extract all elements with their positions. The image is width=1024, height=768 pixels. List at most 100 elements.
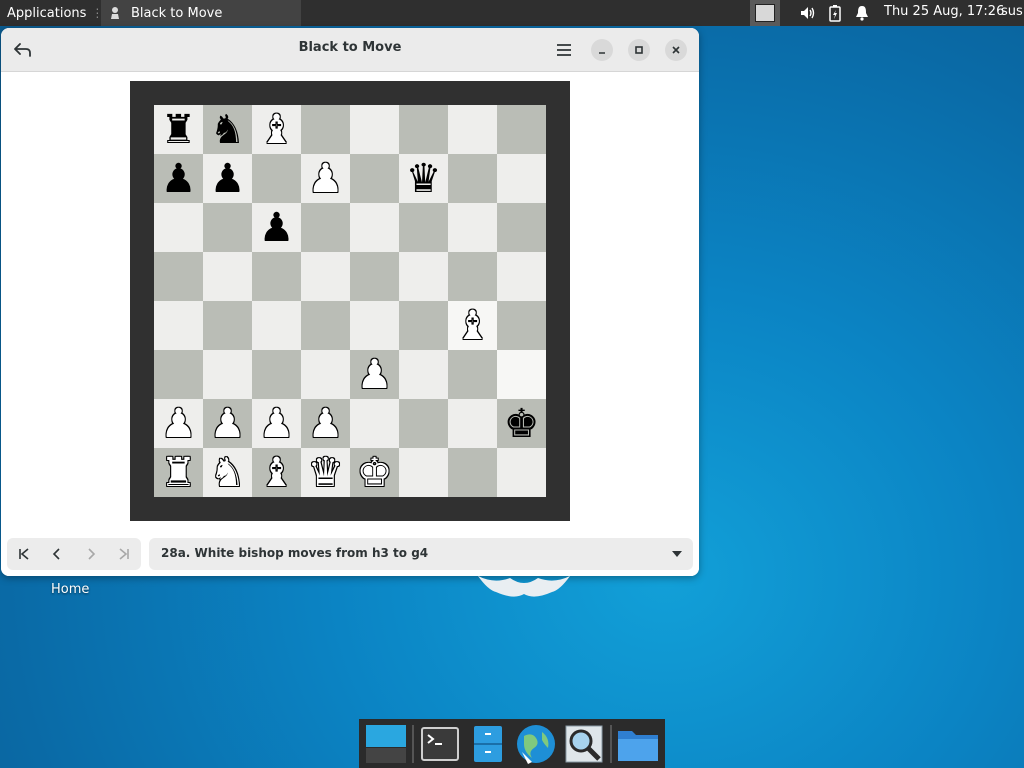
last-move-button[interactable] [108,538,142,570]
board-square-b8[interactable]: ♞ [203,105,252,154]
board-square-f1[interactable] [399,448,448,497]
board-square-f7[interactable]: ♛ [399,154,448,203]
white-piece[interactable]: ♝ [259,453,295,493]
board-square-c1[interactable]: ♝ [252,448,301,497]
board-square-d2[interactable]: ♟ [301,399,350,448]
black-piece[interactable]: ♟ [161,159,197,199]
board-square-c8[interactable]: ♝ [252,105,301,154]
board-square-f8[interactable] [399,105,448,154]
board-square-d7[interactable]: ♟ [301,154,350,203]
board-square-b2[interactable]: ♟ [203,399,252,448]
white-piece[interactable]: ♟ [259,404,295,444]
board-square-d1[interactable]: ♛ [301,448,350,497]
board-square-f6[interactable] [399,203,448,252]
board-square-a5[interactable] [154,252,203,301]
board-square-h3[interactable] [497,350,546,399]
board-square-g5[interactable] [448,252,497,301]
board-square-c2[interactable]: ♟ [252,399,301,448]
white-piece[interactable]: ♟ [210,404,246,444]
board-square-a8[interactable]: ♜ [154,105,203,154]
white-piece[interactable]: ♟ [308,404,344,444]
black-piece[interactable]: ♚ [504,404,540,444]
board-square-h4[interactable] [497,301,546,350]
board-square-c4[interactable] [252,301,301,350]
white-piece[interactable]: ♛ [308,453,344,493]
black-piece[interactable]: ♟ [259,208,295,248]
board-square-b6[interactable] [203,203,252,252]
workspace-switcher-icon[interactable] [362,721,410,767]
black-piece[interactable]: ♜ [161,110,197,150]
main-menu-button[interactable] [550,36,578,64]
board-square-e5[interactable] [350,252,399,301]
board-square-c3[interactable] [252,350,301,399]
board-square-e3[interactable]: ♟ [350,350,399,399]
board-square-g7[interactable] [448,154,497,203]
board-square-g1[interactable] [448,448,497,497]
board-square-a6[interactable] [154,203,203,252]
white-piece[interactable]: ♟ [161,404,197,444]
board-square-c7[interactable] [252,154,301,203]
board-square-g3[interactable] [448,350,497,399]
maximize-button[interactable] [628,39,650,61]
board-square-a1[interactable]: ♜ [154,448,203,497]
folder-icon[interactable] [614,721,662,767]
tray-workspace-indicator[interactable] [750,0,780,26]
previous-move-button[interactable] [41,538,75,570]
white-piece[interactable]: ♚ [357,453,393,493]
board-square-a4[interactable] [154,301,203,350]
board-square-c5[interactable] [252,252,301,301]
board-square-e4[interactable] [350,301,399,350]
board-square-c6[interactable]: ♟ [252,203,301,252]
close-button[interactable] [665,39,687,61]
board-square-e2[interactable] [350,399,399,448]
move-history-dropdown[interactable]: 28a. White bishop moves from h3 to g4 [149,538,693,570]
board-square-h5[interactable] [497,252,546,301]
board-square-b5[interactable] [203,252,252,301]
notifications-bell-icon[interactable] [852,3,872,23]
white-piece[interactable]: ♟ [357,355,393,395]
window-titlebar[interactable]: Black to Move [1,28,699,72]
board-square-a3[interactable] [154,350,203,399]
board-square-d5[interactable] [301,252,350,301]
white-piece[interactable]: ♞ [210,453,246,493]
panel-user-menu[interactable]: sus [1001,4,1023,19]
white-piece[interactable]: ♝ [455,306,491,346]
board-square-f3[interactable] [399,350,448,399]
board-square-a2[interactable]: ♟ [154,399,203,448]
board-square-b7[interactable]: ♟ [203,154,252,203]
white-piece[interactable]: ♜ [161,453,197,493]
board-square-b3[interactable] [203,350,252,399]
board-square-a7[interactable]: ♟ [154,154,203,203]
board-square-f5[interactable] [399,252,448,301]
board-square-f2[interactable] [399,399,448,448]
panel-clock[interactable]: Thu 25 Aug, 17:26 [884,4,1004,19]
board-square-e1[interactable]: ♚ [350,448,399,497]
board-square-e8[interactable] [350,105,399,154]
board-square-f4[interactable] [399,301,448,350]
chess-board[interactable]: ♜ ♞ ♝ ♟ ♟ ♟ ♛ ♟ ♝ ♟ ♟ ♟ ♟ ♟ ♚ ♜ ♞ ♝ ♛ ♚ [154,105,546,497]
volume-icon[interactable] [798,3,818,23]
board-square-g8[interactable] [448,105,497,154]
next-move-button[interactable] [74,538,108,570]
board-square-d8[interactable] [301,105,350,154]
applications-menu-button[interactable]: Applications ⋮ [0,0,103,26]
file-cabinet-icon[interactable] [464,721,512,767]
desktop-home-label[interactable]: Home [51,582,89,597]
board-square-d4[interactable] [301,301,350,350]
taskbar-window-button[interactable]: Black to Move [101,0,301,26]
board-square-d3[interactable] [301,350,350,399]
black-piece[interactable]: ♞ [210,110,246,150]
board-square-e6[interactable] [350,203,399,252]
terminal-icon[interactable] [416,721,464,767]
board-square-g6[interactable] [448,203,497,252]
board-square-h2[interactable]: ♚ [497,399,546,448]
board-square-h7[interactable] [497,154,546,203]
board-square-h8[interactable] [497,105,546,154]
black-piece[interactable]: ♟ [210,159,246,199]
board-square-d6[interactable] [301,203,350,252]
first-move-button[interactable] [7,538,41,570]
board-square-b4[interactable] [203,301,252,350]
board-square-g4[interactable]: ♝ [448,301,497,350]
board-square-h1[interactable] [497,448,546,497]
black-piece[interactable]: ♛ [406,159,442,199]
